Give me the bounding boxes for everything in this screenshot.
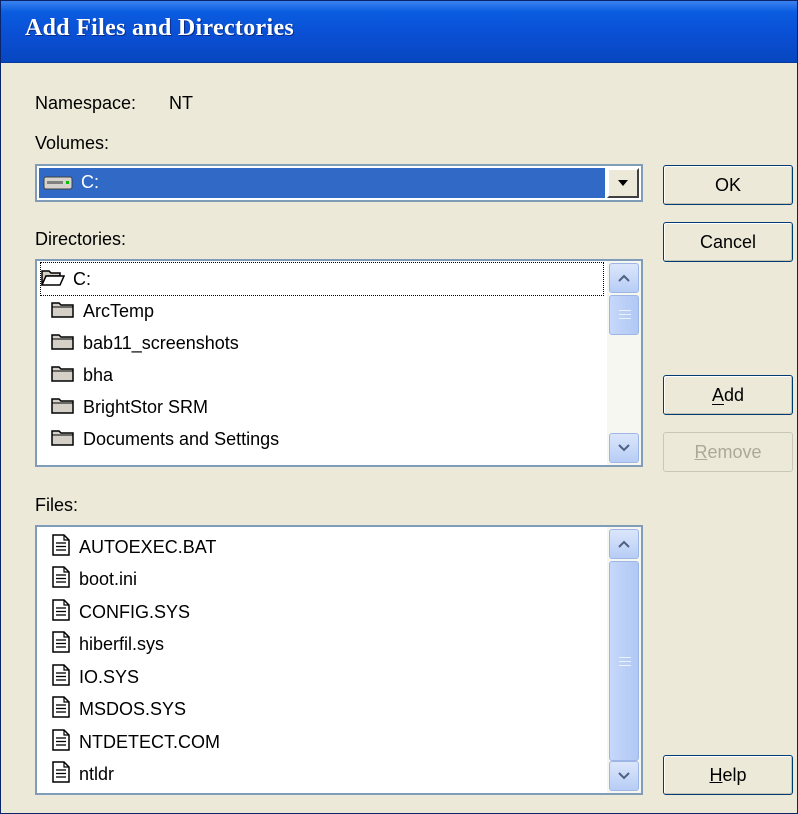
directories-scroll-down[interactable] <box>609 433 639 463</box>
directory-item-label: BrightStor SRM <box>83 396 209 417</box>
files-label: Files: <box>35 495 79 515</box>
file-icon <box>51 631 71 658</box>
remove-button-label: Remove <box>694 441 762 462</box>
add-button-label: Add <box>711 384 745 405</box>
add-files-dialog: Add Files and Directories Namespace: NT … <box>0 0 798 814</box>
file-item[interactable]: boot.ini <box>51 564 137 596</box>
file-item-label: NTDETECT.COM <box>79 731 220 752</box>
folder-icon <box>51 331 75 356</box>
directory-item-label: C: <box>73 268 91 289</box>
file-item-label: ntldr <box>79 764 115 784</box>
files-scroll-down[interactable] <box>609 761 639 791</box>
directory-item-label: ArcTemp <box>83 300 155 321</box>
file-item-label: hiberfil.sys <box>79 634 165 654</box>
ok-button[interactable]: OK <box>663 165 793 205</box>
directories-scroll-thumb[interactable] <box>609 295 639 335</box>
file-item-label: CONFIG.SYS <box>79 601 191 622</box>
volumes-dropdown[interactable]: C: <box>35 164 643 202</box>
directory-item[interactable]: ArcTemp <box>51 295 154 327</box>
namespace-value: NT <box>169 93 193 113</box>
file-icon <box>51 598 71 626</box>
file-item[interactable]: ntldr <box>51 759 114 791</box>
title-bar[interactable]: Add Files and Directories <box>1 1 797 63</box>
file-item[interactable]: AUTOEXEC.BAT <box>51 531 216 563</box>
chevron-up-icon <box>618 535 630 553</box>
chevron-down-icon <box>618 439 630 457</box>
help-button[interactable]: Help <box>663 755 793 795</box>
file-item[interactable]: MSDOS.SYS <box>51 694 186 726</box>
folder-icon <box>51 427 75 452</box>
directory-item-label: bha <box>83 364 114 385</box>
directory-item[interactable]: bha <box>51 359 113 391</box>
file-icon <box>51 566 71 593</box>
cancel-button[interactable]: Cancel <box>663 222 793 262</box>
file-item[interactable]: CONFIG.SYS <box>51 596 190 628</box>
directories-list[interactable]: Documents and Settings BrightStor SRM bha b… <box>35 259 643 467</box>
open-folder-icon <box>40 267 66 292</box>
files-list[interactable]: ntldr NTDETECT.COM MSDOS.SYS IO.SYS hiberfil… <box>35 525 643 795</box>
directory-item[interactable]: BrightStor SRM <box>51 391 208 423</box>
help-button-label: Help <box>709 764 747 785</box>
file-item[interactable]: IO.SYS <box>51 661 139 693</box>
directory-item[interactable]: Documents and Settings <box>51 423 279 455</box>
directories-scroll-up[interactable] <box>609 263 639 293</box>
directories-scrollbar[interactable] <box>607 261 641 465</box>
file-item-label: AUTOEXEC.BAT <box>79 536 217 557</box>
chevron-down-icon <box>617 174 629 192</box>
remove-button[interactable]: Remove <box>663 432 793 472</box>
add-button[interactable]: Add <box>663 375 793 415</box>
directory-item[interactable]: C: <box>40 262 604 296</box>
file-icon <box>51 761 71 788</box>
file-item[interactable]: NTDETECT.COM <box>51 726 220 758</box>
file-item[interactable]: hiberfil.sys <box>51 629 164 661</box>
directory-item[interactable]: bab11_screenshots <box>51 327 239 359</box>
folder-icon <box>51 363 75 388</box>
folder-icon <box>51 299 75 324</box>
chevron-down-icon <box>618 767 630 785</box>
directory-item-label: bab11_screenshots <box>83 332 239 353</box>
files-scrollbar[interactable] <box>607 527 641 793</box>
directories-label: Directories: <box>35 229 127 249</box>
file-item-label: boot.ini <box>79 569 138 589</box>
file-item-label: MSDOS.SYS <box>79 699 187 719</box>
file-icon <box>51 696 71 723</box>
file-icon <box>51 663 71 691</box>
volumes-dropdown-button[interactable] <box>607 168 639 198</box>
namespace-label: Namespace: <box>35 93 137 113</box>
file-item-label: IO.SYS <box>79 666 140 687</box>
drive-icon <box>43 175 77 196</box>
file-icon <box>51 728 71 756</box>
files-scroll-thumb[interactable] <box>609 561 639 761</box>
volumes-selected[interactable]: C: <box>39 168 605 198</box>
folder-icon <box>51 395 75 420</box>
directory-item-label: Documents and Settings <box>83 428 280 449</box>
files-scroll-up[interactable] <box>609 529 639 559</box>
file-icon <box>51 533 71 561</box>
window-title: Add Files and Directories <box>25 15 295 41</box>
volumes-label: Volumes: <box>35 133 110 153</box>
chevron-up-icon <box>618 269 630 287</box>
volumes-value: C: <box>81 172 99 192</box>
